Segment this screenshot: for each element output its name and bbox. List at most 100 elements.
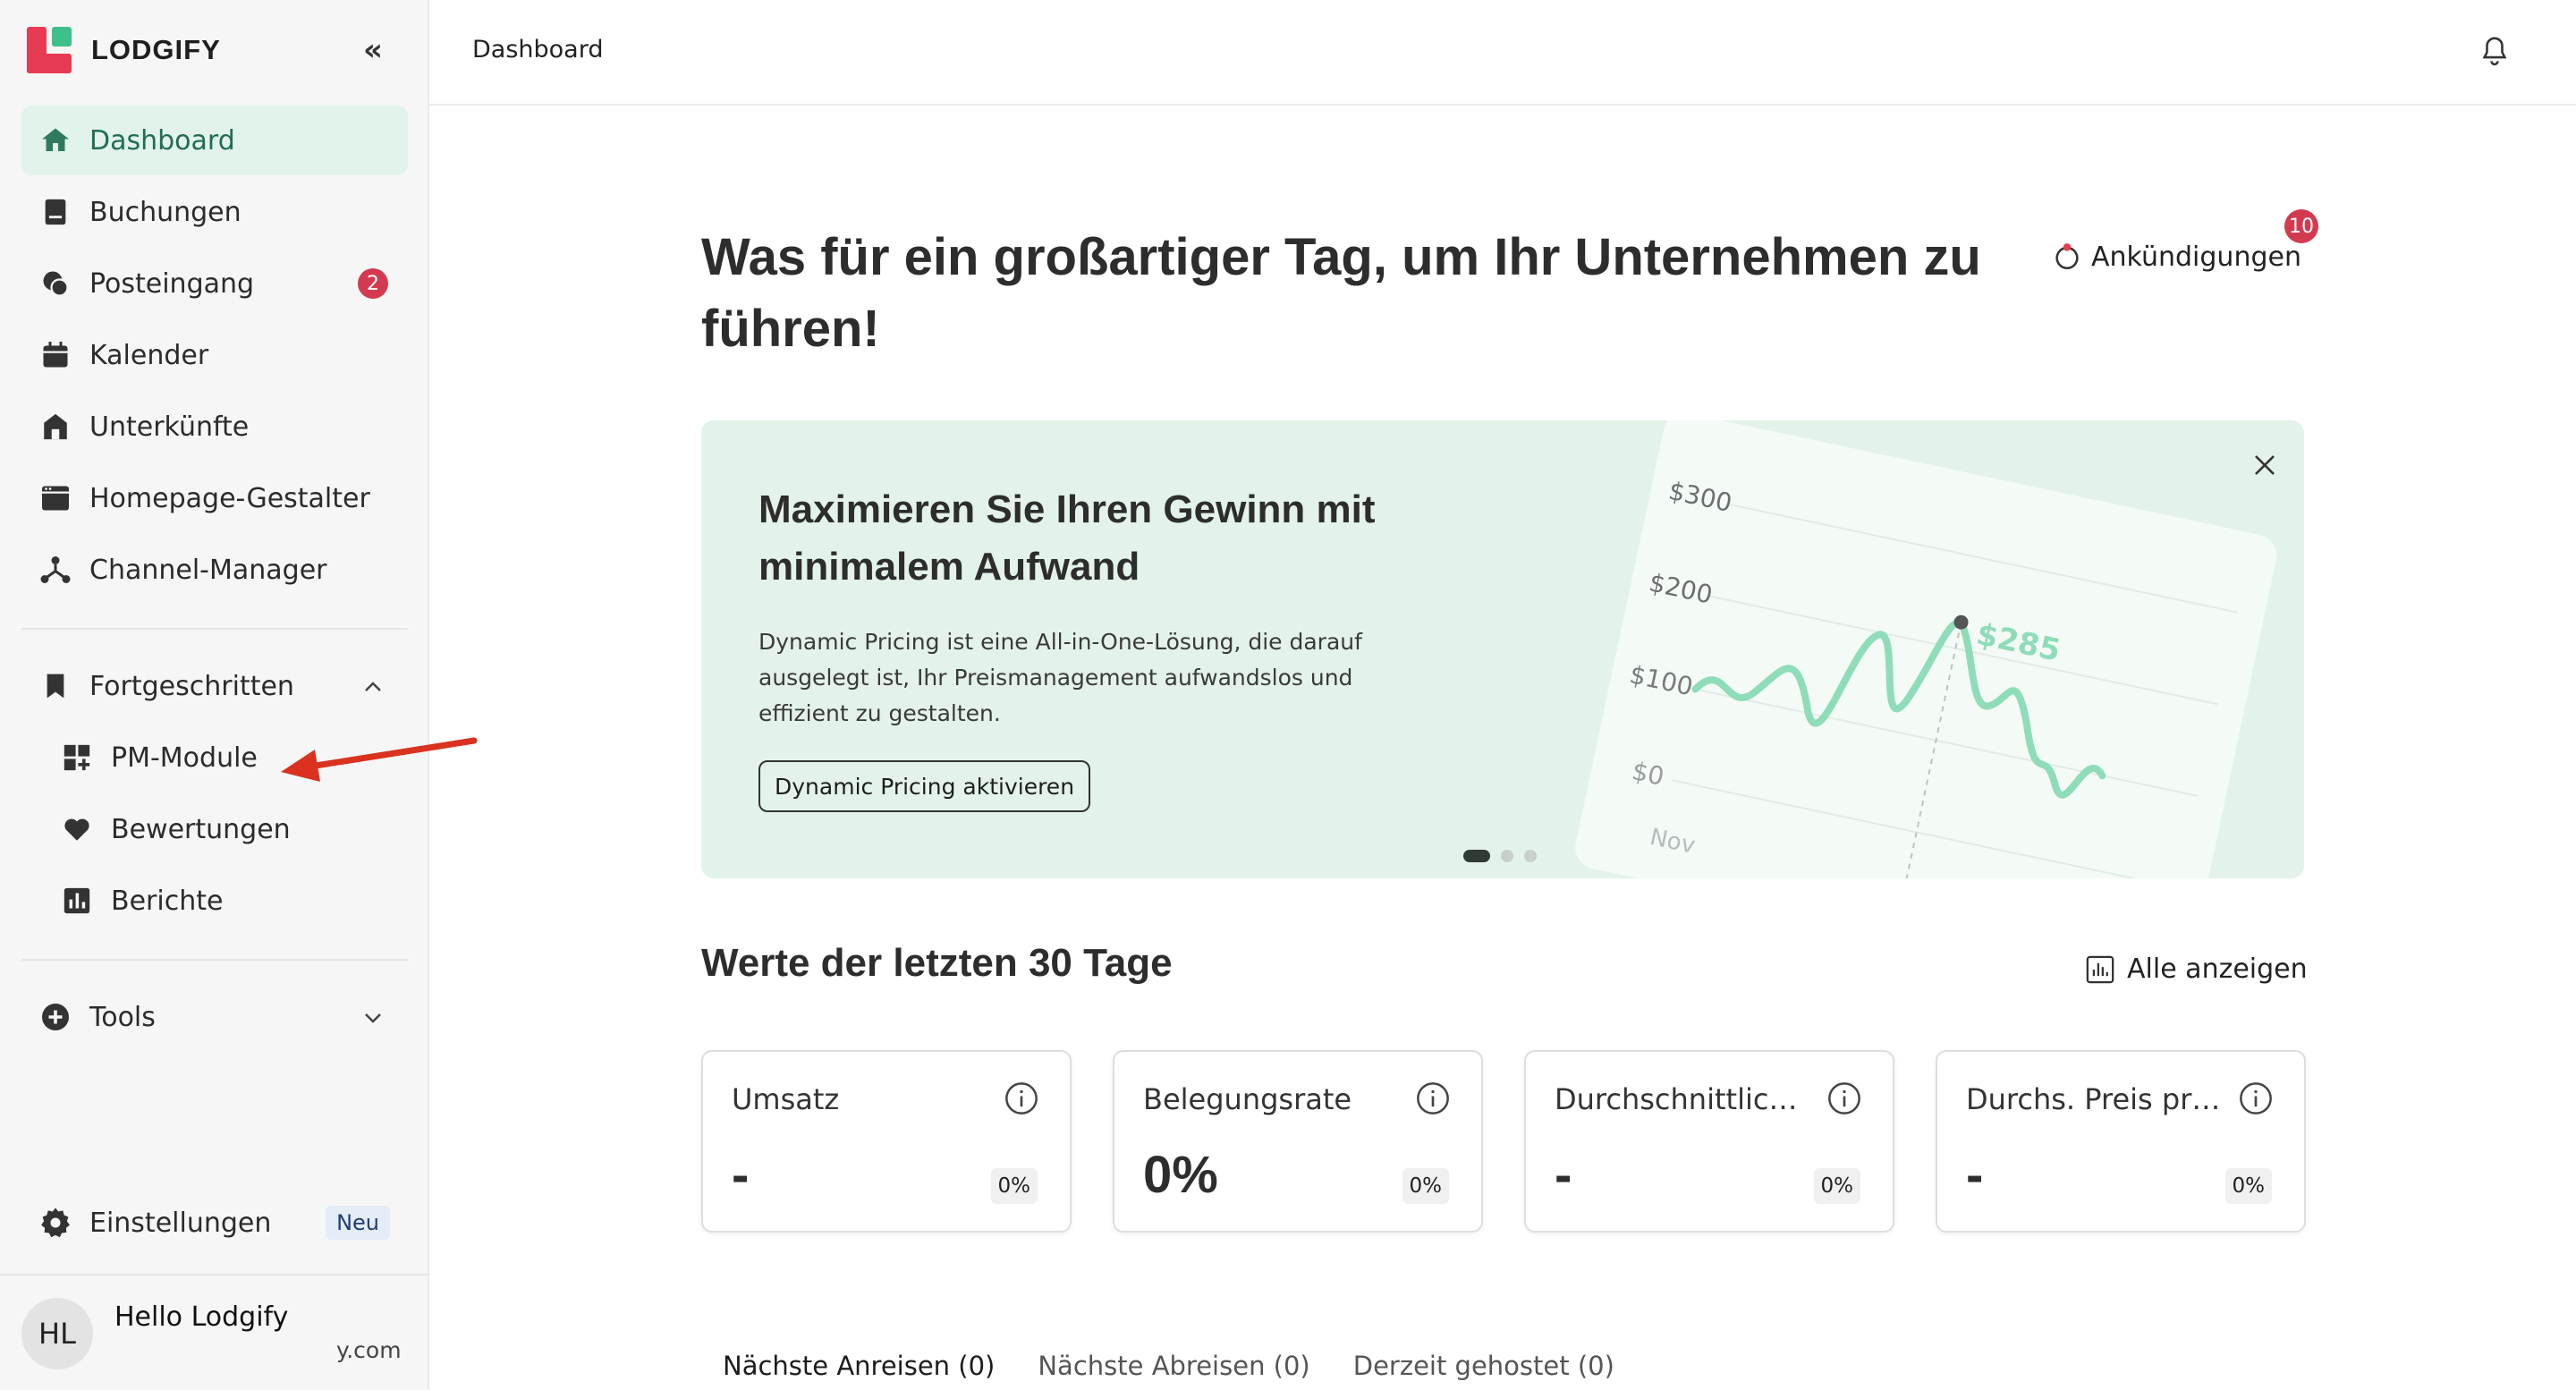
sidebar-item-label: Buchungen: [89, 196, 242, 228]
announcement-icon: [2055, 243, 2079, 270]
kpi-change: 0%: [2224, 1168, 2272, 1204]
kpi-label: Umsatz: [732, 1082, 840, 1116]
kpi-value: -: [1966, 1146, 1984, 1204]
banner-title: Maximieren Sie Ihren Gewinn mit minimale…: [758, 487, 1376, 589]
carousel-dots: [1463, 850, 1547, 862]
sidebar-group-tools[interactable]: Tools: [21, 982, 408, 1052]
home-icon: [38, 123, 73, 158]
announcements-count-badge: 10: [2284, 209, 2318, 243]
sidebar-item-label: PM-Module: [111, 742, 258, 774]
kpi-change: 0%: [1402, 1168, 1449, 1204]
tab-derzeit-gehostet[interactable]: Derzeit gehostet (0): [1332, 1342, 1636, 1390]
banner-text: Dynamic Pricing ist eine All-in-One-Lösu…: [758, 629, 1362, 726]
collapse-sidebar-button[interactable]: «: [349, 29, 397, 72]
sidebar-item-label: Berichte: [111, 885, 224, 917]
calendar-icon: [38, 337, 73, 373]
chevron-up-icon: [363, 674, 383, 699]
announcements-label: Ankündigungen: [2091, 241, 2301, 273]
new-badge: Neu: [326, 1206, 390, 1240]
kpi-card-durchs-preis[interactable]: Durchs. Preis pr… - 0%: [1936, 1050, 2306, 1233]
sidebar-item-label: Einstellungen: [89, 1207, 272, 1239]
sidebar-item-kalender[interactable]: Kalender: [21, 320, 408, 390]
kpi-change: 0%: [1813, 1168, 1860, 1204]
kpi-change: 0%: [990, 1168, 1038, 1204]
heart-icon: [59, 811, 95, 847]
unread-badge: 2: [358, 268, 388, 299]
kpi-card-durchschnittlich[interactable]: Durchschnittlic… - 0%: [1524, 1050, 1894, 1233]
tab-naechste-anreisen[interactable]: Nächste Anreisen (0): [701, 1342, 1016, 1390]
lodgify-logo-icon: [27, 27, 72, 73]
sidebar-divider: [21, 628, 408, 630]
announcements-button[interactable]: Ankündigungen: [2052, 234, 2301, 279]
breadcrumb[interactable]: Dashboard: [472, 36, 603, 64]
sidebar-item-berichte[interactable]: Berichte: [21, 866, 408, 936]
annotation-arrow-icon: [281, 737, 478, 782]
sidebar-item-channel-manager[interactable]: Channel-Manager: [21, 535, 408, 605]
tab-naechste-abreisen[interactable]: Nächste Abreisen (0): [1016, 1342, 1331, 1390]
banner-illustration: $300 $200 $100 $0 Nov $285: [1575, 420, 2277, 878]
sidebar-item-label: Homepage-Gestalter: [89, 482, 370, 514]
carousel-dot[interactable]: [1524, 850, 1537, 862]
sidebar-item-label: Kalender: [89, 339, 209, 371]
kpi-label: Durchs. Preis pr…: [1966, 1082, 2221, 1116]
dynamic-pricing-activate-button[interactable]: Dynamic Pricing aktivieren: [758, 760, 1091, 812]
info-icon[interactable]: [1826, 1081, 1862, 1116]
stats-section-title: Werte der letzten 30 Tage: [701, 941, 1173, 985]
sidebar-group-label: Tools: [89, 1001, 156, 1033]
sidebar-item-label: Unterkünfte: [89, 411, 250, 443]
sidebar: LODGIFY « Dashboard Buchungen Posteingan…: [0, 0, 429, 1390]
sidebar-group-label: Fortgeschritten: [89, 670, 294, 702]
sidebar-item-dashboard[interactable]: Dashboard: [21, 106, 408, 175]
bar-chart-icon: [59, 883, 95, 919]
logo[interactable]: LODGIFY: [27, 27, 221, 73]
network-icon: [38, 552, 73, 588]
chevron-down-icon: [363, 1004, 383, 1030]
user-name: Hello Lodgify: [114, 1301, 289, 1333]
avatar: HL: [21, 1298, 93, 1369]
sidebar-item-label: Posteingang: [89, 267, 255, 300]
gear-icon: [38, 1205, 73, 1241]
carousel-dot[interactable]: [1501, 850, 1513, 862]
sidebar-item-label: Bewertungen: [111, 813, 291, 845]
sidebar-group-fortgeschritten[interactable]: Fortgeschritten: [21, 651, 408, 721]
plus-circle-icon: [38, 999, 73, 1035]
user-email: y.com: [336, 1337, 402, 1363]
sidebar-item-homepage-gestalter[interactable]: Homepage-Gestalter: [21, 463, 408, 533]
sidebar-item-einstellungen[interactable]: Einstellungen Neu: [21, 1188, 408, 1258]
sidebar-item-label: Dashboard: [89, 124, 235, 157]
modules-icon: [59, 740, 95, 776]
kpi-label: Belegungsrate: [1143, 1082, 1352, 1116]
chat-icon: [38, 266, 73, 301]
kpi-value: -: [732, 1146, 750, 1204]
user-profile[interactable]: HL Hello Lodgify y.com: [21, 1293, 415, 1373]
kpi-label: Durchschnittlic…: [1555, 1082, 1798, 1116]
reservation-tabs: Nächste Anreisen (0) Nächste Abreisen (0…: [701, 1342, 1636, 1390]
browser-icon: [38, 480, 73, 516]
kpi-value: -: [1555, 1146, 1572, 1204]
sidebar-item-label: Channel-Manager: [89, 554, 327, 586]
sidebar-divider: [0, 1274, 428, 1276]
house-icon: [38, 409, 73, 445]
sidebar-divider: [21, 959, 408, 961]
sidebar-item-buchungen[interactable]: Buchungen: [21, 177, 408, 247]
sidebar-item-unterkuenfte[interactable]: Unterkünfte: [21, 392, 408, 462]
double-chevron-left-icon: «: [363, 32, 383, 68]
report-icon: [2086, 955, 2114, 983]
sidebar-item-posteingang[interactable]: Posteingang 2: [21, 249, 408, 318]
info-icon[interactable]: [2238, 1081, 2274, 1116]
page-headline: Was für ein großartiger Tag, um Ihr Unte…: [701, 228, 1981, 358]
topbar: Dashboard: [429, 0, 2576, 106]
kpi-card-umsatz[interactable]: Umsatz - 0%: [701, 1050, 1072, 1233]
bell-icon[interactable]: [2479, 34, 2513, 70]
info-icon[interactable]: [1004, 1081, 1039, 1116]
logo-text: LODGIFY: [91, 34, 221, 65]
book-icon: [38, 194, 73, 230]
close-icon[interactable]: [2247, 447, 2283, 483]
show-all-link[interactable]: Alle anzeigen: [2084, 954, 2308, 985]
carousel-dot-active[interactable]: [1463, 850, 1490, 862]
promo-banner: Maximieren Sie Ihren Gewinn mit minimale…: [701, 420, 2304, 878]
info-icon[interactable]: [1415, 1081, 1451, 1116]
kpi-card-belegungsrate[interactable]: Belegungsrate 0% 0%: [1113, 1050, 1483, 1233]
kpi-value: 0%: [1143, 1146, 1218, 1204]
show-all-label: Alle anzeigen: [2127, 954, 2308, 985]
